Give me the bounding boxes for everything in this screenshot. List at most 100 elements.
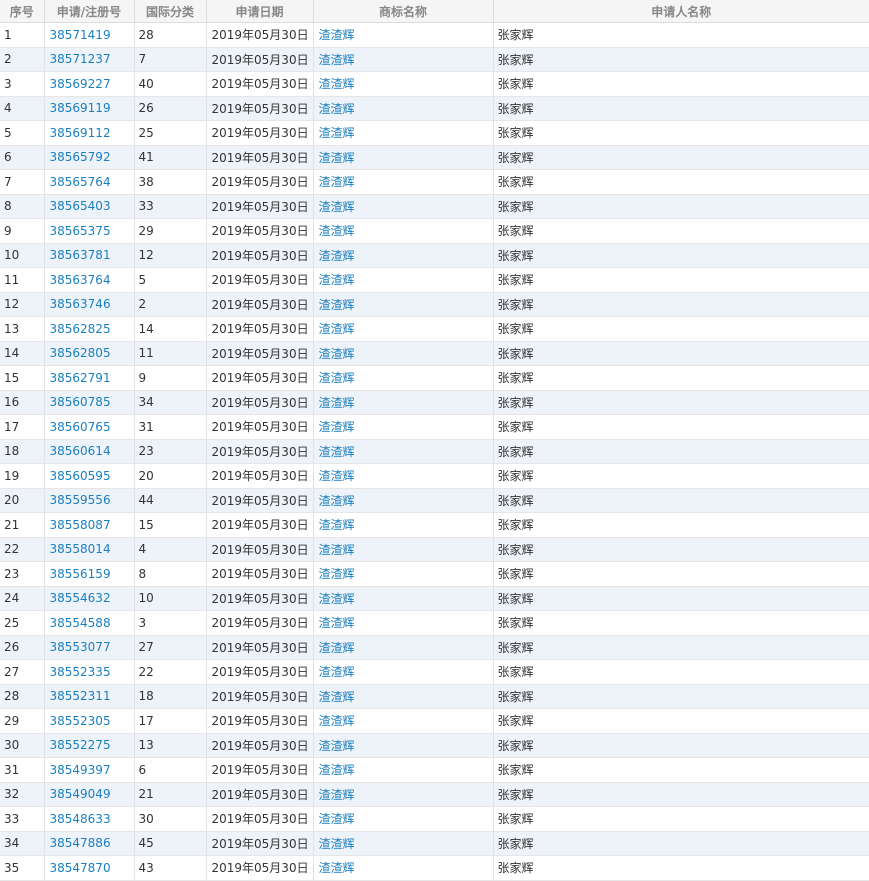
reg-number-link[interactable]: 38565403: [50, 199, 111, 213]
trademark-name-link[interactable]: 渣渣辉: [319, 763, 355, 777]
trademark-name-link[interactable]: 渣渣辉: [319, 543, 355, 557]
table-row: 27 38552335 22 2019年05月30日 渣渣辉 张家辉: [0, 659, 869, 685]
applicant-name-cell: 张家辉: [493, 512, 869, 538]
reg-number-link[interactable]: 38563781: [50, 248, 111, 262]
trademark-name-link[interactable]: 渣渣辉: [319, 28, 355, 42]
table-row: 33 38548633 30 2019年05月30日 渣渣辉 张家辉: [0, 806, 869, 832]
reg-number-link[interactable]: 38562805: [50, 346, 111, 360]
intl-class-cell: 20: [134, 463, 207, 489]
trademark-name-link[interactable]: 渣渣辉: [319, 298, 355, 312]
trademark-name-link[interactable]: 渣渣辉: [319, 224, 355, 238]
row-index-cell: 1: [0, 22, 45, 48]
row-index-cell: 10: [0, 243, 45, 268]
table-row: 4 38569119 26 2019年05月30日 渣渣辉 张家辉: [0, 96, 869, 121]
reg-number-link[interactable]: 38560595: [50, 469, 111, 483]
reg-number-link[interactable]: 38562791: [50, 371, 111, 385]
trademark-name-link[interactable]: 渣渣辉: [319, 420, 355, 434]
reg-number-link[interactable]: 38558014: [50, 542, 111, 556]
reg-number-link[interactable]: 38560765: [50, 420, 111, 434]
reg-number-link[interactable]: 38547870: [50, 861, 111, 875]
table-header-row: 序号 申请/注册号 国际分类 申请日期 商标名称 申请人名称: [0, 0, 869, 23]
reg-number-link[interactable]: 38560614: [50, 444, 111, 458]
trademark-name-link[interactable]: 渣渣辉: [319, 714, 355, 728]
reg-number-link[interactable]: 38565792: [50, 150, 111, 164]
reg-number-cell: 38571237: [44, 47, 135, 72]
trademark-name-link[interactable]: 渣渣辉: [319, 151, 355, 165]
applicant-name-cell: 张家辉: [493, 855, 869, 881]
reg-number-cell: 38554588: [44, 610, 135, 636]
apply-date-cell: 2019年05月30日: [206, 806, 314, 832]
trademark-name-link[interactable]: 渣渣辉: [319, 616, 355, 630]
trademark-name-link[interactable]: 渣渣辉: [319, 837, 355, 851]
reg-number-link[interactable]: 38547886: [50, 836, 111, 850]
trademark-name-cell: 渣渣辉: [313, 561, 494, 587]
reg-number-link[interactable]: 38552275: [50, 738, 111, 752]
trademark-name-link[interactable]: 渣渣辉: [319, 861, 355, 875]
reg-number-link[interactable]: 38552311: [50, 689, 111, 703]
trademark-name-link[interactable]: 渣渣辉: [319, 494, 355, 508]
reg-number-link[interactable]: 38552335: [50, 665, 111, 679]
trademark-name-link[interactable]: 渣渣辉: [319, 347, 355, 361]
table-row: 7 38565764 38 2019年05月30日 渣渣辉 张家辉: [0, 169, 869, 195]
reg-number-link[interactable]: 38549049: [50, 787, 111, 801]
reg-number-link[interactable]: 38552305: [50, 714, 111, 728]
reg-number-link[interactable]: 38554632: [50, 591, 111, 605]
reg-number-link[interactable]: 38558087: [50, 518, 111, 532]
reg-number-link[interactable]: 38569119: [50, 101, 111, 115]
reg-number-link[interactable]: 38562825: [50, 322, 111, 336]
reg-number-link[interactable]: 38553077: [50, 640, 111, 654]
intl-class-cell: 9: [134, 365, 207, 391]
applicant-name-cell: 张家辉: [493, 341, 869, 366]
trademark-name-link[interactable]: 渣渣辉: [319, 690, 355, 704]
reg-number-link[interactable]: 38569112: [50, 126, 111, 140]
trademark-name-link[interactable]: 渣渣辉: [319, 469, 355, 483]
trademark-name-link[interactable]: 渣渣辉: [319, 126, 355, 140]
trademark-name-cell: 渣渣辉: [313, 22, 494, 48]
reg-number-link[interactable]: 38563764: [50, 273, 111, 287]
reg-number-link[interactable]: 38560785: [50, 395, 111, 409]
intl-class-cell: 23: [134, 439, 207, 464]
reg-number-link[interactable]: 38556159: [50, 567, 111, 581]
intl-class-cell: 41: [134, 145, 207, 170]
reg-number-link[interactable]: 38569227: [50, 77, 111, 91]
reg-number-link[interactable]: 38559556: [50, 493, 111, 507]
reg-number-link[interactable]: 38565375: [50, 224, 111, 238]
trademark-name-link[interactable]: 渣渣辉: [319, 102, 355, 116]
apply-date-cell: 2019年05月30日: [206, 488, 314, 513]
table-row: 15 38562791 9 2019年05月30日 渣渣辉 张家辉: [0, 365, 869, 391]
trademark-name-link[interactable]: 渣渣辉: [319, 739, 355, 753]
trademark-name-cell: 渣渣辉: [313, 537, 494, 562]
trademark-name-link[interactable]: 渣渣辉: [319, 665, 355, 679]
trademark-name-link[interactable]: 渣渣辉: [319, 53, 355, 67]
trademark-name-link[interactable]: 渣渣辉: [319, 200, 355, 214]
trademark-name-link[interactable]: 渣渣辉: [319, 273, 355, 287]
trademark-name-cell: 渣渣辉: [313, 708, 494, 734]
reg-number-link[interactable]: 38548633: [50, 812, 111, 826]
reg-number-cell: 38547886: [44, 831, 135, 856]
trademark-name-link[interactable]: 渣渣辉: [319, 322, 355, 336]
reg-number-link[interactable]: 38571419: [50, 28, 111, 42]
table-row: 6 38565792 41 2019年05月30日 渣渣辉 张家辉: [0, 145, 869, 170]
trademark-name-link[interactable]: 渣渣辉: [319, 518, 355, 532]
trademark-name-link[interactable]: 渣渣辉: [319, 175, 355, 189]
intl-class-cell: 40: [134, 71, 207, 97]
trademark-name-link[interactable]: 渣渣辉: [319, 641, 355, 655]
reg-number-link[interactable]: 38549397: [50, 763, 111, 777]
applicant-name-cell: 张家辉: [493, 806, 869, 832]
trademark-name-link[interactable]: 渣渣辉: [319, 249, 355, 263]
trademark-name-link[interactable]: 渣渣辉: [319, 788, 355, 802]
reg-number-link[interactable]: 38554588: [50, 616, 111, 630]
reg-number-link[interactable]: 38563746: [50, 297, 111, 311]
trademark-name-link[interactable]: 渣渣辉: [319, 371, 355, 385]
reg-number-link[interactable]: 38565764: [50, 175, 111, 189]
row-index-cell: 30: [0, 733, 45, 758]
trademark-name-link[interactable]: 渣渣辉: [319, 567, 355, 581]
trademark-name-link[interactable]: 渣渣辉: [319, 445, 355, 459]
trademark-name-link[interactable]: 渣渣辉: [319, 812, 355, 826]
trademark-name-link[interactable]: 渣渣辉: [319, 396, 355, 410]
intl-class-cell: 13: [134, 733, 207, 758]
reg-number-link[interactable]: 38571237: [50, 52, 111, 66]
trademark-name-link[interactable]: 渣渣辉: [319, 592, 355, 606]
row-index-cell: 29: [0, 708, 45, 734]
trademark-name-link[interactable]: 渣渣辉: [319, 77, 355, 91]
